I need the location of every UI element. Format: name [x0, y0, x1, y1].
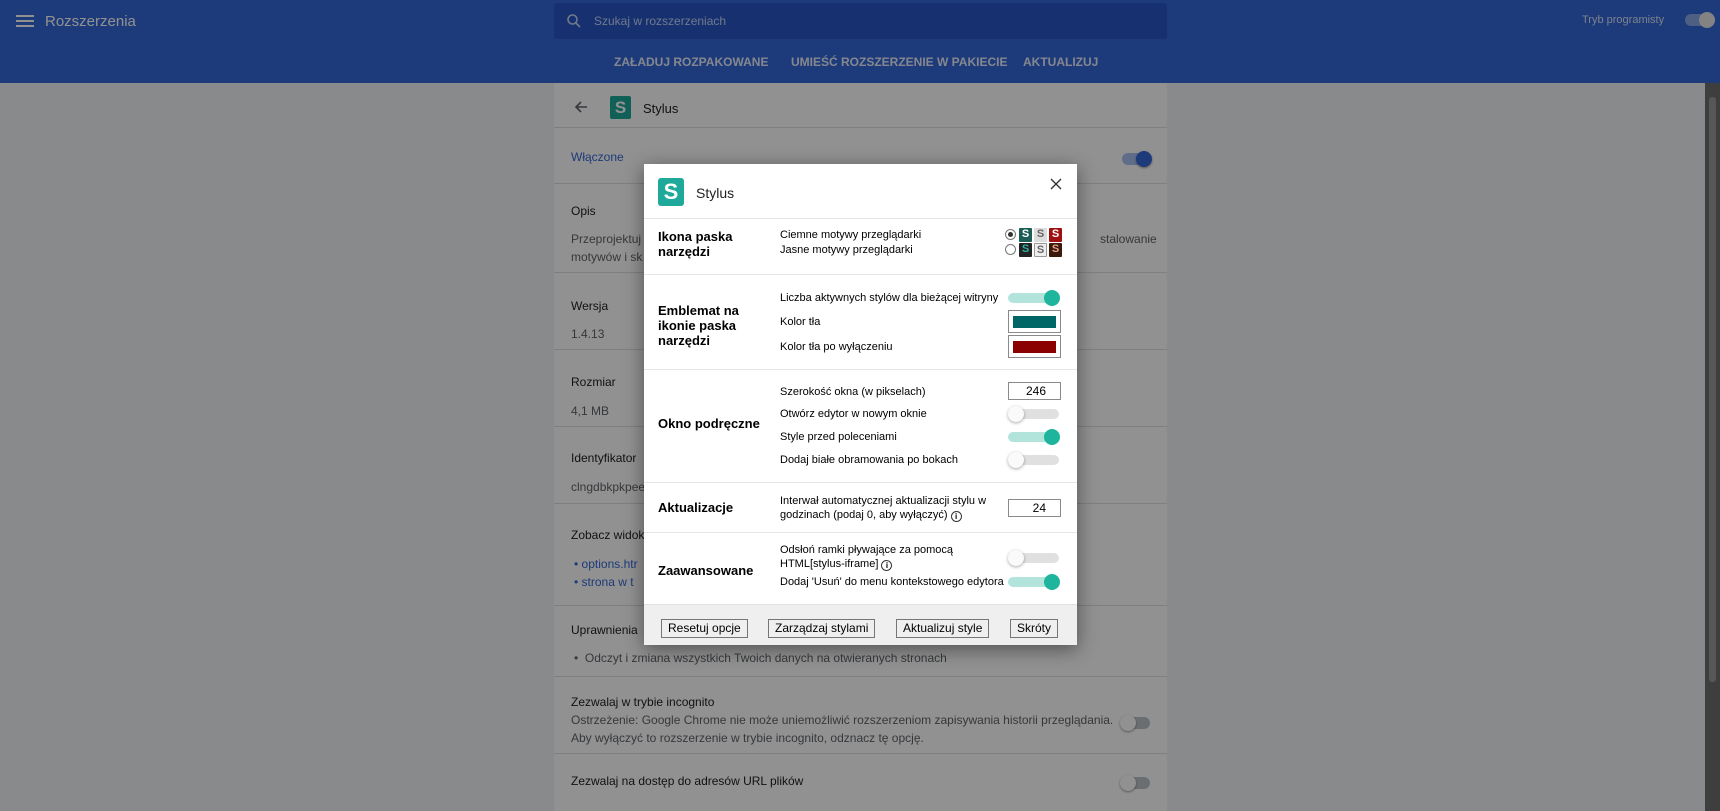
dialog-footer: Resetuj opcje Zarządzaj stylami Aktualiz… [644, 604, 1077, 645]
stylus-logo: S [658, 178, 684, 206]
stylus-icon-light-off: S [1049, 243, 1062, 257]
stylus-icon-light: S [1019, 243, 1032, 257]
badge-bg-label: Kolor tła [780, 316, 821, 328]
stylus-icon-light-disabled: S [1034, 243, 1047, 257]
section-title: Emblemat na ikonie paska narzędzi [658, 303, 739, 348]
shortcuts-button[interactable]: Skróty [1010, 619, 1059, 638]
stylus-icon-dark-disabled: S [1034, 228, 1047, 242]
advanced-section: Zaawansowane Odsłoń ramki pływające za p… [644, 532, 1077, 604]
badge-disabled-bg-label: Kolor tła po wyłączeniu [780, 341, 893, 353]
popup-width-input[interactable] [1008, 382, 1061, 400]
popup-width-label: Szerokość okna (w pikselach) [780, 386, 926, 398]
info-icon[interactable]: i [950, 511, 962, 522]
info-icon[interactable]: i [881, 560, 893, 571]
light-theme-radio[interactable] [1005, 244, 1016, 255]
badge-disabled-color-picker[interactable] [1008, 335, 1061, 358]
update-styles-button[interactable]: Aktualizuj style [896, 619, 990, 638]
badge-count-toggle[interactable] [1008, 290, 1060, 306]
badge-section: Emblemat na ikonie paska narzędzi Liczba… [644, 274, 1077, 366]
dark-theme-label: Ciemne motywy przeglądarki [780, 229, 922, 241]
editor-delete-toggle[interactable] [1008, 574, 1060, 590]
toolbar-icon-section: Ikona paska narzędzi Ciemne motywy przeg… [644, 218, 1077, 272]
iframe-toggle[interactable] [1008, 550, 1059, 566]
manage-styles-button[interactable]: Zarządzaj stylami [768, 619, 876, 638]
close-icon[interactable] [1048, 176, 1064, 192]
section-title: Aktualizacje [658, 500, 734, 515]
stylus-icon-dark-off: S [1049, 228, 1062, 242]
badge-count-label: Liczba aktywnych stylów dla bieżącej wit… [780, 292, 999, 304]
update-interval-input[interactable] [1008, 499, 1061, 517]
iframe-label: Odsłoń ramki pływające za pomocą HTML[st… [780, 544, 954, 571]
new-window-toggle[interactable] [1008, 406, 1059, 422]
borders-toggle[interactable] [1008, 452, 1059, 468]
options-dialog: S Stylus Ikona paska narzędzi Ciemne mot… [644, 164, 1077, 645]
borders-label: Dodaj białe obramowania po bokach [780, 454, 958, 466]
update-interval-label: Interwał automatycznej aktualizacji styl… [780, 495, 987, 522]
dialog-title: Stylus [696, 185, 735, 201]
popup-section: Okno podręczne Szerokość okna (w piksela… [644, 369, 1077, 477]
badge-bg-color-picker[interactable] [1008, 310, 1061, 333]
section-title: Okno podręczne [658, 416, 760, 431]
dialog-header: S Stylus [644, 164, 1077, 212]
light-theme-label: Jasne motywy przeglądarki [780, 244, 913, 256]
new-window-label: Otwórz edytor w nowym oknie [780, 408, 927, 420]
section-title: Ikona paska narzędzi [658, 229, 733, 259]
stylus-icon-dark: S [1019, 228, 1032, 242]
editor-delete-label: Dodaj 'Usuń' do menu kontekstowego edyto… [780, 576, 1004, 588]
styles-first-toggle[interactable] [1008, 429, 1060, 445]
styles-first-label: Style przed poleceniami [780, 431, 897, 443]
section-title: Zaawansowane [658, 563, 754, 578]
reset-options-button[interactable]: Resetuj opcje [661, 619, 748, 638]
updates-section: Aktualizacje Interwał automatycznej aktu… [644, 482, 1077, 530]
dark-theme-radio[interactable] [1005, 229, 1016, 240]
